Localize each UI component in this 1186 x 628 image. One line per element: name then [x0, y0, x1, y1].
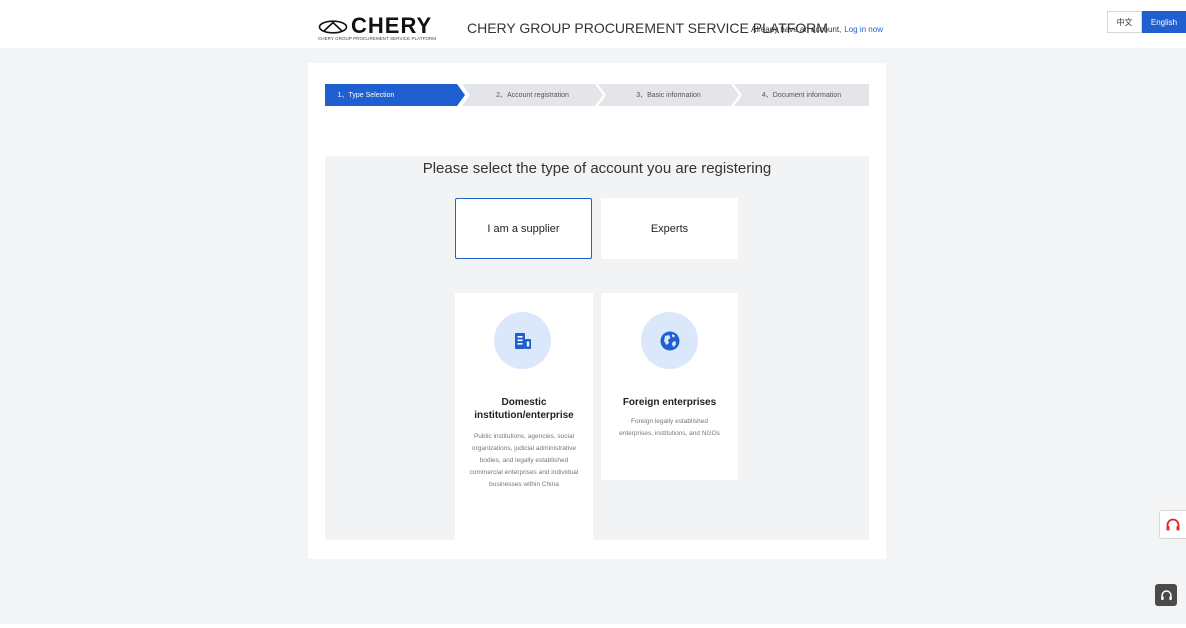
logo-text: CHERY: [351, 13, 433, 38]
logo-subtitle: CHERY GROUP PROCUREMENT SERVICE PLATFORM: [318, 36, 437, 41]
login-prompt: Already have an account,: [751, 25, 842, 34]
foreign-icon-circle: [641, 312, 698, 369]
supplier-option[interactable]: I am a supplier: [455, 198, 592, 259]
top-header: CHERY CHERY GROUP PROCUREMENT SERVICE PL…: [0, 0, 1186, 48]
lang-chinese-button[interactable]: 中文: [1107, 11, 1142, 33]
foreign-enterprise-card[interactable]: Foreign enterprises Foreign legally esta…: [601, 293, 738, 480]
login-hint: Already have an account, Log in now: [751, 25, 883, 34]
experts-option[interactable]: Experts: [601, 198, 738, 259]
lang-english-button[interactable]: English: [1142, 11, 1186, 33]
domestic-enterprise-card[interactable]: Domestic institution/enterprise Public i…: [455, 293, 593, 540]
customer-service-button[interactable]: [1159, 510, 1186, 539]
headset-icon: [1160, 589, 1172, 600]
type-selection-panel: Please select the type of account you ar…: [325, 156, 869, 540]
step-type-selection: 1、Type Selection: [325, 84, 465, 106]
globe-icon: [660, 331, 679, 350]
chery-logo[interactable]: CHERY CHERY GROUP PROCUREMENT SERVICE PL…: [318, 13, 450, 45]
building-icon: [514, 332, 531, 349]
selection-title: Please select the type of account you ar…: [422, 160, 772, 177]
domestic-title: Domestic institution/enterprise: [474, 397, 574, 421]
online-support-button[interactable]: [1155, 584, 1177, 606]
step-basic-information: 3、Basic information: [598, 84, 739, 106]
foreign-title: Foreign enterprises: [622, 397, 717, 408]
bottom-edge: [0, 624, 1186, 628]
chery-emblem-icon: [318, 20, 348, 34]
step-document-information: 4、Document information: [734, 84, 869, 106]
step-progress: 1、Type Selection 2、Account registration …: [325, 84, 869, 106]
step-account-registration: 2、Account registration: [462, 84, 603, 106]
foreign-description: Foreign legally established enterprises,…: [619, 418, 720, 437]
login-link[interactable]: Log in now: [844, 25, 883, 34]
registration-card: 1、Type Selection 2、Account registration …: [308, 63, 886, 559]
headset-icon: [1166, 518, 1180, 530]
domestic-icon-circle: [494, 312, 551, 369]
domestic-description: Public institutions, agencies, social or…: [469, 433, 579, 488]
